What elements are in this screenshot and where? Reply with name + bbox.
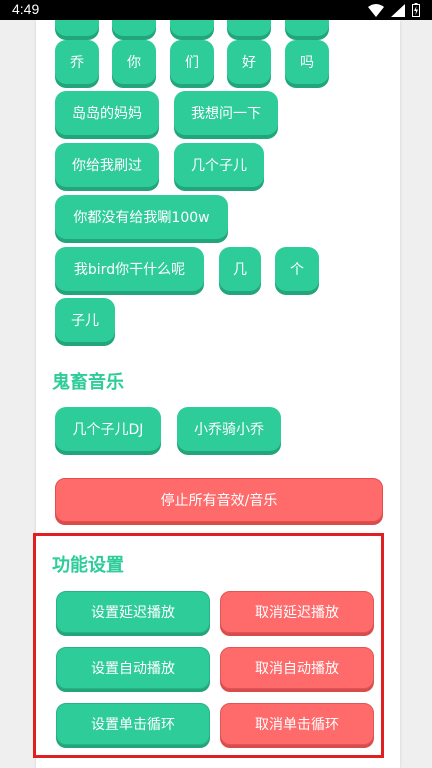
sound-chip[interactable]: 子儿: [55, 298, 115, 342]
status-time: 4:49: [12, 1, 40, 17]
sound-chip[interactable]: 几个子儿: [174, 143, 264, 187]
sound-chip[interactable]: 吗: [285, 40, 329, 84]
sound-chip[interactable]: [170, 20, 214, 36]
sound-chip[interactable]: 岛岛的妈妈: [55, 91, 159, 135]
battery-icon: [412, 3, 420, 17]
sound-chip[interactable]: 我bird你干什么呢: [55, 247, 204, 291]
settings-highlight-box: [33, 533, 384, 758]
sound-chip[interactable]: 我想问一下: [174, 91, 278, 135]
sound-chip[interactable]: 个: [275, 247, 319, 291]
sound-chip[interactable]: [285, 20, 329, 36]
music-chip[interactable]: 小乔骑小乔: [177, 407, 281, 451]
sound-chip[interactable]: 你: [112, 40, 156, 84]
sound-chip[interactable]: [55, 20, 99, 36]
sound-chip[interactable]: 你都没有给我唰100w: [55, 195, 228, 239]
sound-chip[interactable]: [112, 20, 156, 36]
sound-chip[interactable]: 几: [219, 247, 261, 291]
sound-chip[interactable]: 们: [170, 40, 214, 84]
status-bar: 4:49: [0, 0, 432, 20]
signal-icon: [391, 3, 405, 17]
music-section-title: 鬼畜音乐: [52, 372, 124, 393]
wifi-icon: [368, 3, 384, 17]
music-chip[interactable]: 几个子儿DJ: [55, 407, 161, 451]
stop-all-button[interactable]: 停止所有音效/音乐: [55, 478, 383, 522]
sound-chip[interactable]: 乔: [55, 40, 99, 84]
status-icons: [368, 3, 420, 17]
sound-chip[interactable]: [227, 20, 271, 36]
sound-chip[interactable]: 你给我刷过: [55, 143, 159, 187]
sound-chip[interactable]: 好: [227, 40, 271, 84]
